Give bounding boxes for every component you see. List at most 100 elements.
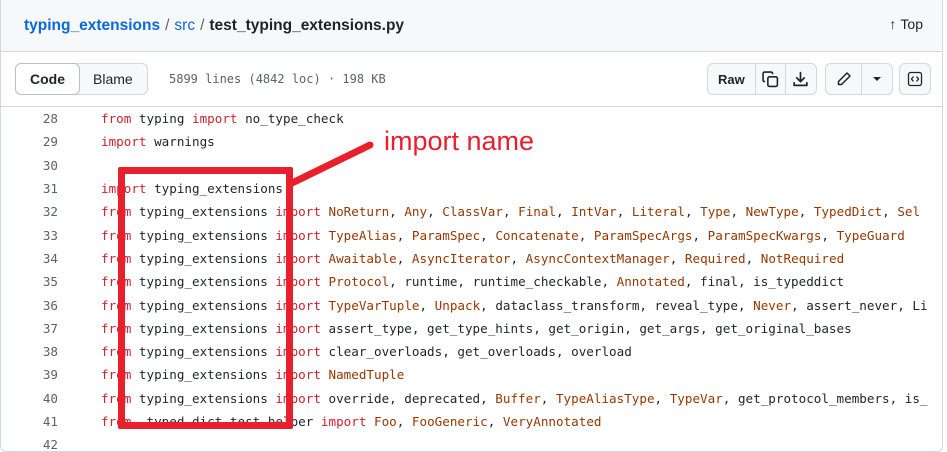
edit-actions-group xyxy=(825,63,893,95)
text-token: , xyxy=(510,250,526,266)
line-number[interactable]: 33 xyxy=(1,228,58,243)
text-token: , dataclass_transform, reveal_type, xyxy=(480,297,754,313)
line-number[interactable]: 28 xyxy=(1,111,58,126)
text-token: , get_protocol_members, is_ xyxy=(722,390,928,406)
text-token: , xyxy=(798,204,814,220)
line-number[interactable]: 41 xyxy=(1,414,58,429)
class-token: FooGeneric xyxy=(411,414,488,429)
class-token: NotRequired xyxy=(760,250,845,266)
code-tab[interactable]: Code xyxy=(15,63,80,95)
line-number[interactable]: 37 xyxy=(1,321,58,336)
class-token: NamedTuple xyxy=(328,367,405,383)
line-number[interactable]: 30 xyxy=(1,158,58,173)
line-number[interactable]: 40 xyxy=(1,391,58,406)
file-header: typing_extensions / src / test_typing_extens… xyxy=(1,0,942,52)
text-token: no_type_check xyxy=(237,111,344,127)
file-info: 5899 lines (4842 loc) · 198 KB xyxy=(169,72,386,86)
text-token: , xyxy=(616,204,632,220)
text-token: , xyxy=(882,204,898,220)
code-text: import warnings xyxy=(101,134,215,149)
class-token: TypeAliasType xyxy=(555,390,655,406)
line-number[interactable]: 36 xyxy=(1,298,58,313)
class-token: ParamSpecArgs xyxy=(593,227,693,243)
chevron-down-icon xyxy=(873,77,881,81)
view-mode-toggle: Code Blame xyxy=(15,63,148,95)
class-token: Unpack xyxy=(434,297,481,313)
line-number[interactable]: 39 xyxy=(1,367,58,382)
line-number[interactable]: 31 xyxy=(1,181,58,196)
text-token: , xyxy=(730,204,746,220)
text-token: , xyxy=(502,204,519,220)
class-token: AsyncIterator xyxy=(411,250,511,266)
class-token: ParamSpecKwargs xyxy=(707,227,822,243)
line-number[interactable]: 34 xyxy=(1,251,58,266)
class-token: ParamSpec xyxy=(411,227,481,243)
file-toolbar: Code Blame 5899 lines (4842 loc) · 198 K… xyxy=(1,52,942,107)
breadcrumb-repo-link[interactable]: typing_extensions xyxy=(24,17,160,34)
class-token: Final xyxy=(518,204,557,220)
text-token: , xyxy=(669,250,685,266)
class-token: Any xyxy=(404,204,428,220)
text-token: typing xyxy=(131,111,193,127)
line-number[interactable]: 38 xyxy=(1,344,58,359)
class-token: AsyncContextManager xyxy=(525,250,670,266)
text-token: , xyxy=(556,204,572,220)
annotation-label: import name xyxy=(384,126,535,156)
class-token: TypedDict xyxy=(813,204,883,220)
text-token: , xyxy=(427,204,443,220)
class-token: TypeVarTuple xyxy=(328,297,420,313)
line-number[interactable]: 29 xyxy=(1,134,58,149)
text-token: , xyxy=(540,390,556,406)
class-token: VeryAnnotated xyxy=(502,414,602,429)
keyword-token: import xyxy=(320,414,367,429)
breadcrumb-separator: / xyxy=(200,16,205,34)
copy-button[interactable] xyxy=(756,64,786,94)
class-token: NewType xyxy=(745,204,799,220)
text-token: clear_overloads, get_overloads, overload xyxy=(320,344,632,360)
keyword-token: from xyxy=(101,111,132,127)
top-label: Top xyxy=(900,16,923,32)
text-token: , xyxy=(396,414,412,429)
text-token: , xyxy=(487,414,503,429)
class-token: NoReturn xyxy=(328,204,390,220)
text-token: warnings xyxy=(146,134,215,150)
line-number[interactable]: 35 xyxy=(1,274,58,289)
text-token: assert_type, get_type_hints, get_origin,… xyxy=(320,320,852,336)
line-number[interactable]: 32 xyxy=(1,204,58,219)
class-token: IntVar xyxy=(571,204,617,220)
top-button[interactable]: ↑ Top xyxy=(889,16,923,32)
annotation-box xyxy=(118,167,293,429)
text-token: override, deprecated, xyxy=(320,390,496,406)
edit-button[interactable] xyxy=(826,64,862,94)
class-token: Type xyxy=(700,204,731,220)
raw-button[interactable]: Raw xyxy=(708,64,756,94)
class-token: Protocol xyxy=(328,274,390,290)
raw-actions-group: Raw xyxy=(707,63,817,95)
text-token: , xyxy=(578,227,594,243)
download-button[interactable] xyxy=(786,64,816,94)
text-token: , xyxy=(654,390,670,406)
line-number[interactable]: 42 xyxy=(1,437,58,451)
edit-dropdown-button[interactable] xyxy=(862,64,892,94)
class-token: Buffer xyxy=(495,390,541,406)
breadcrumb-separator: / xyxy=(165,16,170,34)
text-token: , runtime, runtime_checkable, xyxy=(389,274,617,290)
symbols-icon xyxy=(907,71,923,87)
breadcrumb-folder-link[interactable]: src xyxy=(174,17,195,34)
blame-tab[interactable]: Blame xyxy=(79,64,147,94)
text-token: , xyxy=(396,250,412,266)
text-token: , xyxy=(821,227,837,243)
pencil-icon xyxy=(837,72,851,86)
symbols-button[interactable] xyxy=(899,63,931,95)
class-token: Annotated xyxy=(616,274,685,290)
keyword-token: import xyxy=(101,134,147,150)
class-token: TypeVar xyxy=(669,390,723,406)
download-icon xyxy=(793,71,808,86)
class-token: Literal xyxy=(631,204,685,220)
